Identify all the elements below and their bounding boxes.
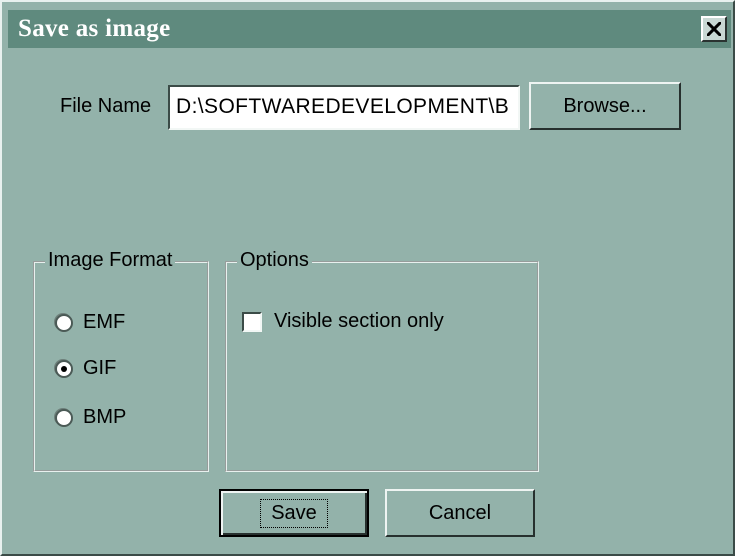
visible-section-checkbox-row[interactable]: Visible section only — [242, 310, 444, 333]
radio-gif-indicator[interactable] — [55, 359, 73, 378]
radio-bmp[interactable]: BMP — [55, 406, 126, 429]
file-name-input[interactable]: D:\SOFTWAREDEVELOPMENT\B — [168, 85, 520, 130]
image-format-group: Image Format EMF GIF BMP — [33, 249, 209, 472]
file-name-label: File Name — [60, 95, 152, 117]
radio-emf[interactable]: EMF — [55, 311, 125, 334]
title-bar[interactable]: Save as image — [8, 10, 731, 48]
options-group: Options Visible section only — [225, 249, 539, 472]
image-format-title: Image Format — [45, 249, 176, 272]
radio-gif-label: GIF — [83, 357, 117, 379]
close-button[interactable] — [701, 16, 727, 42]
browse-button[interactable]: Browse... — [529, 82, 681, 130]
radio-gif[interactable]: GIF — [55, 357, 116, 380]
radio-emf-label: EMF — [83, 311, 126, 333]
close-icon — [707, 22, 721, 36]
visible-section-label: Visible section only — [274, 310, 444, 332]
save-button[interactable]: Save — [219, 489, 369, 537]
radio-bmp-indicator[interactable] — [55, 408, 73, 427]
options-title: Options — [237, 249, 312, 272]
cancel-button[interactable]: Cancel — [385, 489, 535, 537]
radio-emf-indicator[interactable] — [55, 313, 73, 332]
dialog-title: Save as image — [18, 15, 171, 42]
save-button-label: Save — [260, 498, 328, 528]
radio-bmp-label: BMP — [83, 406, 127, 428]
save-as-image-dialog: Save as image File Name D:\SOFTWAREDEVEL… — [0, 0, 735, 556]
browse-button-label: Browse... — [563, 94, 647, 117]
visible-section-checkbox[interactable] — [242, 311, 262, 332]
cancel-button-label: Cancel — [428, 501, 492, 524]
file-name-value: D:\SOFTWAREDEVELOPMENT\B — [176, 95, 510, 118]
